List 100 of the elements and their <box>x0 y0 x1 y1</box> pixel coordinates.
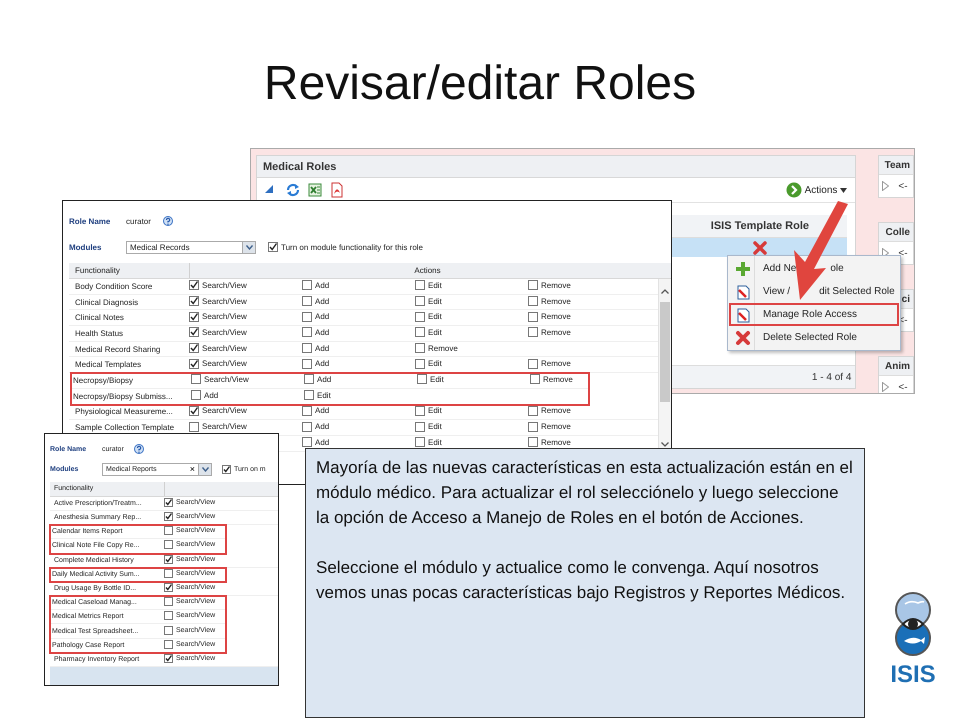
checkbox-icon[interactable] <box>528 406 538 416</box>
checkbox-icon[interactable] <box>302 312 312 322</box>
checkbox-icon[interactable] <box>164 640 173 649</box>
checkbox-icon[interactable] <box>164 526 173 536</box>
scrollbar[interactable] <box>658 279 671 449</box>
clear-button[interactable]: × <box>186 465 198 474</box>
actions-button[interactable]: Actions <box>784 182 850 198</box>
checkbox[interactable]: Remove <box>528 406 571 416</box>
checkbox-icon[interactable] <box>302 296 312 306</box>
checkbox-icon[interactable] <box>415 280 425 290</box>
checkbox[interactable]: Turn on module functionality for this role <box>268 242 423 252</box>
checkbox[interactable]: Edit <box>415 280 442 290</box>
checkbox-icon[interactable] <box>189 406 199 416</box>
checkbox-icon[interactable] <box>415 422 425 432</box>
checkbox[interactable]: Add <box>302 296 330 306</box>
help-icon[interactable] <box>134 444 144 454</box>
help-icon[interactable] <box>162 216 173 226</box>
checkbox[interactable]: Remove <box>528 437 571 448</box>
checkbox[interactable]: Add <box>302 312 330 322</box>
checkbox[interactable]: Search/View <box>189 406 247 416</box>
table-row[interactable]: Medical Templates Search/View Add Edit Remove <box>69 357 658 374</box>
scroll-up-icon[interactable] <box>661 289 669 294</box>
checkbox[interactable]: Search/View <box>191 374 249 384</box>
refresh-icon[interactable] <box>285 182 301 198</box>
checkbox[interactable]: Search/View <box>189 312 247 322</box>
expand-icon[interactable] <box>882 382 890 392</box>
checkbox-icon[interactable] <box>189 280 199 290</box>
checkbox[interactable]: Remove <box>528 312 571 322</box>
checkbox-icon[interactable] <box>189 422 199 432</box>
checkbox-icon[interactable] <box>530 374 540 384</box>
table-row[interactable]: Clinical Notes Search/View Add Edit Remove <box>69 310 658 326</box>
checkbox[interactable]: Add <box>302 280 330 290</box>
checkbox-icon[interactable] <box>528 437 538 448</box>
checkbox-icon[interactable] <box>415 406 425 416</box>
checkbox-icon[interactable] <box>415 296 425 306</box>
checkbox-icon[interactable] <box>189 343 199 354</box>
checkbox-icon[interactable] <box>415 358 425 369</box>
checkbox-icon[interactable] <box>189 296 199 306</box>
checkbox-icon[interactable] <box>415 437 425 448</box>
checkbox-icon[interactable] <box>528 358 538 369</box>
checkbox[interactable]: Search/View <box>189 280 247 290</box>
checkbox-icon[interactable] <box>302 358 312 369</box>
checkbox-icon[interactable] <box>164 498 173 507</box>
checkbox-icon[interactable] <box>528 296 538 306</box>
checkbox[interactable]: Add <box>304 374 332 384</box>
checkbox[interactable]: Search/View <box>189 358 247 369</box>
checkbox[interactable]: Edit <box>415 406 442 416</box>
checkbox-icon[interactable] <box>302 280 312 290</box>
checkbox-icon[interactable] <box>268 242 278 252</box>
checkbox-icon[interactable] <box>164 582 173 592</box>
checkbox-icon[interactable] <box>528 280 538 290</box>
table-row[interactable]: Health Status Search/View Add Edit Remove <box>69 326 658 342</box>
checkbox[interactable]: Add <box>302 343 330 354</box>
table-row[interactable]: Clinical Diagnosis Search/View Add Edit Remove <box>69 294 658 310</box>
checkbox[interactable]: Remove <box>528 422 571 432</box>
checkbox[interactable]: Remove <box>528 296 571 306</box>
checkbox-icon[interactable] <box>191 374 201 384</box>
checkbox[interactable]: Remove <box>415 343 458 354</box>
scroll-thumb[interactable] <box>660 302 670 402</box>
checkbox-icon[interactable] <box>164 540 173 550</box>
menu-item[interactable]: Add Ne ole <box>729 257 899 280</box>
checkbox[interactable]: Search/View <box>189 343 247 354</box>
checkbox[interactable]: Remove <box>528 327 571 338</box>
checkbox[interactable]: Search/View <box>189 327 247 338</box>
checkbox[interactable]: Add <box>302 422 330 432</box>
checkbox-icon[interactable] <box>164 626 173 635</box>
checkbox-icon[interactable] <box>304 390 314 400</box>
checkbox[interactable]: Add <box>302 327 330 338</box>
checkbox-icon[interactable] <box>164 597 173 606</box>
scroll-down-icon[interactable] <box>661 442 669 447</box>
checkbox-icon[interactable] <box>222 465 231 474</box>
checkbox[interactable]: Edit <box>304 390 331 400</box>
checkbox-icon[interactable] <box>189 358 199 369</box>
document-icon[interactable] <box>329 182 345 198</box>
checkbox[interactable]: Remove <box>530 374 573 384</box>
checkbox-icon[interactable] <box>164 554 173 564</box>
table-row[interactable]: Physiological Measureme... Search/View Add Edit Remove <box>69 404 658 420</box>
checkbox[interactable]: Edit <box>415 422 442 432</box>
checkbox-icon[interactable] <box>302 437 312 448</box>
checkbox-icon[interactable] <box>164 611 173 620</box>
checkbox-icon[interactable] <box>304 374 314 384</box>
module-dropdown[interactable]: Medical Records <box>126 240 256 254</box>
checkbox-icon[interactable] <box>191 390 201 400</box>
checkbox[interactable]: Search/View <box>189 422 247 432</box>
checkbox-icon[interactable] <box>164 512 173 522</box>
checkbox-icon[interactable] <box>189 312 199 322</box>
checkbox[interactable]: Add <box>302 406 330 416</box>
table-row[interactable]: Necropsy/Biopsy Submiss... Add Edit <box>71 388 589 404</box>
checkbox-icon[interactable] <box>417 374 427 384</box>
checkbox-icon[interactable] <box>189 327 199 338</box>
checkbox[interactable]: Edit <box>417 374 444 384</box>
checkbox-icon[interactable] <box>302 327 312 338</box>
checkbox-icon[interactable] <box>528 327 538 338</box>
checkbox[interactable]: Remove <box>528 280 571 290</box>
checkbox-icon[interactable] <box>164 568 173 578</box>
menu-item[interactable]: Manage Role Access <box>729 303 899 326</box>
checkbox[interactable]: Edit <box>415 437 442 448</box>
checkbox-icon[interactable] <box>415 327 425 338</box>
checkbox[interactable]: Add <box>302 437 330 448</box>
table-row[interactable]: Medical Record Sharing Search/View Add Remove <box>69 342 658 358</box>
